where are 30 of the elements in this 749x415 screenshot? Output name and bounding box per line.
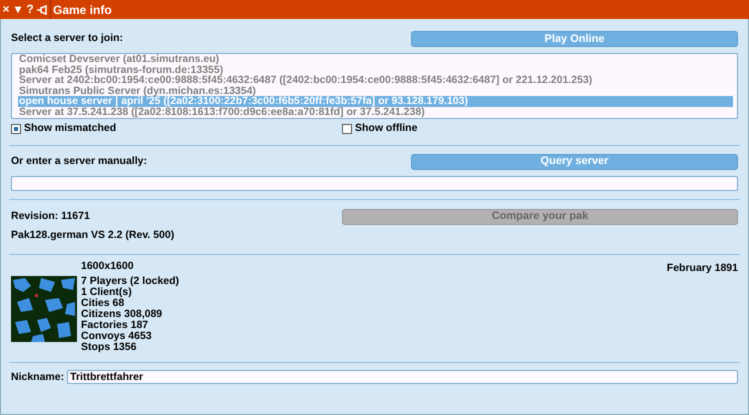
server-select-label: Select a server to join:	[11, 31, 124, 46]
game-date-text: February 1891	[666, 260, 738, 276]
checkbox-label: Show mismatched	[24, 121, 116, 136]
server-address-field[interactable]	[11, 176, 738, 191]
pak-text: Pak128.german VS 2.2 (Rev. 500)	[10, 228, 176, 243]
stat-text: Stops 1356	[81, 342, 138, 352]
server-list-item[interactable]: Simutrans Public Server (dyn.michan.es:13354)	[18, 86, 733, 96]
revision-text: Revision: 11671	[11, 208, 90, 224]
server-list-item[interactable]: Server at 2402:bc00:1954:ce00:9888:5f45:4632:6487 ([2402:bc00:1954:ce00:9888:5f45:4632:6487] or 221.12.201.253)	[18, 75, 733, 86]
manual-server-label: Or enter a server manually:	[11, 154, 147, 169]
stat-text: Citizens 308,089	[81, 308, 164, 320]
server-list-item[interactable]: open house server | april '25 ([2a02:3100:22b7:3c00:f6b5:20ff:fe3b:57fa] or 93.128.179.103)	[18, 96, 733, 106]
nickname-field[interactable]: Trittbrettfahrer	[67, 370, 738, 384]
window-title: Game info	[53, 2, 112, 18]
stat-text: Factories 187	[81, 320, 148, 330]
stat-text: Convoys 4653	[81, 330, 153, 342]
server-list-item[interactable]: Comicset Devserver (at01.simutrans.eu)	[18, 54, 733, 64]
nickname-label: Nickname:	[11, 370, 64, 384]
checkbox[interactable]	[11, 124, 21, 134]
server-list-item[interactable]: Server at 37.5.241.238 ([2a02:8108:1613:f700:d9c6:ee8a:a70:81fd] or 37.5.241.238)	[18, 106, 733, 117]
query-server-button[interactable]: Query server	[411, 154, 738, 170]
stat-text: 1 Client(s)	[81, 286, 132, 298]
stat-text: Cities 68	[81, 298, 124, 308]
checkbox[interactable]	[342, 124, 352, 134]
checkbox-label: Show offline	[355, 121, 418, 136]
stat-text: 7 Players (2 locked)	[81, 276, 180, 286]
map-size-text: 1600x1600	[81, 260, 135, 272]
play-online-button[interactable]: Play Online	[411, 31, 738, 47]
server-list[interactable]	[11, 53, 738, 119]
server-list-item[interactable]: pak64 Feb25 (simutrans-forum.de:13355)	[18, 64, 733, 75]
